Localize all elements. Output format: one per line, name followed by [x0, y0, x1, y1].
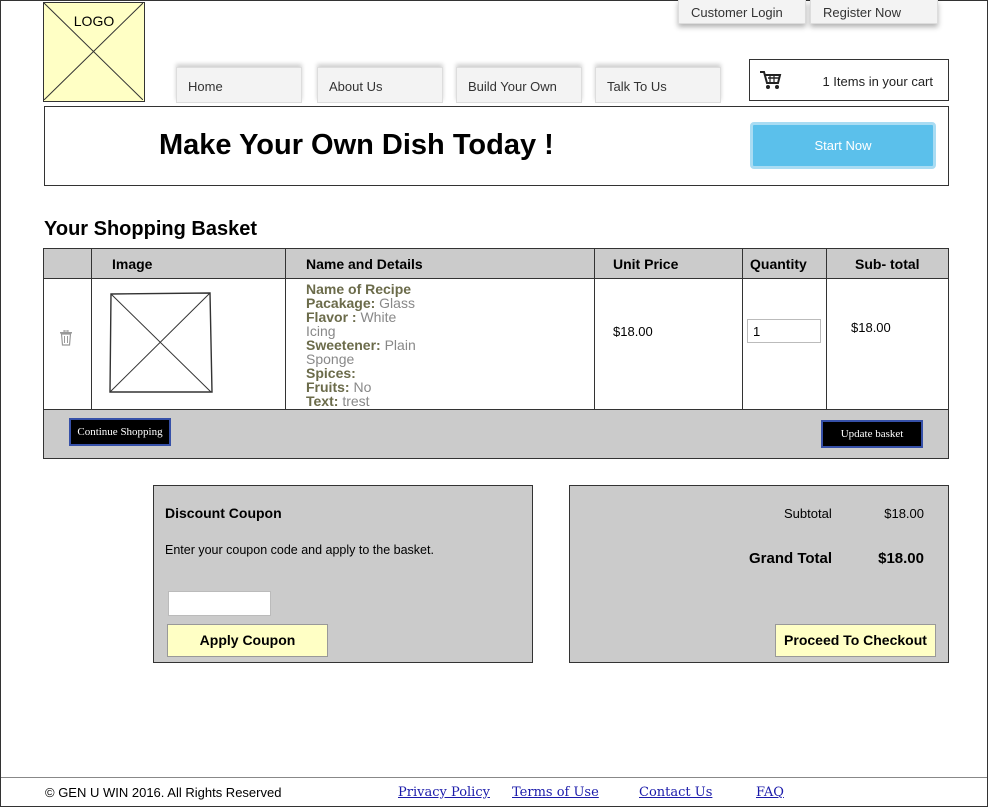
cart-summary[interactable]: 1 Items in your cart: [749, 59, 949, 101]
banner-title: Make Your Own Dish Today !: [159, 129, 554, 161]
column-header-image: Image: [112, 256, 153, 272]
column-header-subtotal: Sub- total: [855, 256, 920, 272]
column-header-unit-price: Unit Price: [613, 256, 679, 272]
order-totals-panel: Subtotal $18.00 Grand Total $18.00 Proce…: [569, 485, 949, 663]
subtotal-amount: $18.00: [884, 506, 924, 521]
start-now-button[interactable]: Start Now: [750, 122, 936, 169]
nav-tab-talk-to-us[interactable]: Talk To Us: [595, 67, 721, 103]
nav-tab-about-us[interactable]: About Us: [317, 67, 443, 103]
grand-total-label: Grand Total: [749, 550, 833, 567]
footer-divider: [1, 777, 987, 778]
column-divider: [742, 249, 743, 410]
register-now-link[interactable]: Register Now: [810, 0, 938, 24]
cart-count-text: 1 Items in your cart: [822, 74, 933, 89]
grand-total-amount: $18.00: [878, 550, 924, 567]
promo-banner: Make Your Own Dish Today ! Start Now: [44, 106, 949, 186]
discount-coupon-panel: Discount Coupon Enter your coupon code a…: [153, 485, 533, 663]
nav-tab-home[interactable]: Home: [176, 67, 302, 103]
column-header-quantity: Quantity: [750, 256, 807, 272]
item-details: Name of Recipe Pacakage: Glass Flavor : …: [306, 281, 416, 409]
continue-shopping-button[interactable]: Continue Shopping: [69, 418, 171, 446]
apply-coupon-button[interactable]: Apply Coupon: [167, 624, 328, 657]
footer-link-terms-of-use[interactable]: Terms of Use: [512, 785, 599, 800]
column-header-details: Name and Details: [306, 256, 423, 272]
shopping-cart-icon: [760, 71, 782, 89]
proceed-to-checkout-button[interactable]: Proceed To Checkout: [775, 624, 936, 657]
product-image-placeholder: [109, 292, 213, 393]
subtotal-value: $18.00: [851, 320, 891, 335]
nav-tab-build-your-own[interactable]: Build Your Own: [456, 67, 582, 103]
coupon-code-input[interactable]: [168, 591, 271, 616]
sweetener-value: Plain: [384, 337, 416, 353]
column-divider: [285, 249, 286, 410]
shopping-basket-table: Image Name and Details Unit Price Quanti…: [43, 248, 949, 459]
column-divider: [826, 249, 827, 410]
coupon-title: Discount Coupon: [165, 505, 282, 521]
text-value: trest: [342, 393, 370, 409]
footer-link-privacy-policy[interactable]: Privacy Policy: [398, 785, 490, 800]
coupon-instructions: Enter your coupon code and apply to the …: [165, 543, 434, 557]
basket-title: Your Shopping Basket: [44, 218, 257, 240]
footer-link-faq[interactable]: FAQ: [756, 785, 784, 800]
trash-icon[interactable]: [59, 330, 73, 346]
subtotal-label: Subtotal: [784, 506, 832, 521]
table-row: Name of Recipe Pacakage: Glass Flavor : …: [44, 278, 948, 410]
unit-price-value: $18.00: [613, 324, 653, 339]
logo-placeholder[interactable]: LOGO: [43, 2, 145, 102]
flavor-value: White: [360, 309, 397, 325]
column-divider: [91, 249, 92, 410]
customer-login-link[interactable]: Customer Login: [678, 0, 806, 24]
logo-label: LOGO: [73, 13, 115, 29]
column-divider: [594, 249, 595, 410]
quantity-input[interactable]: [747, 319, 821, 343]
footer-link-contact-us[interactable]: Contact Us: [639, 785, 712, 800]
update-basket-button[interactable]: Update basket: [821, 420, 923, 448]
footer-copyright: © GEN U WIN 2016. All Rights Reserved: [45, 785, 282, 800]
